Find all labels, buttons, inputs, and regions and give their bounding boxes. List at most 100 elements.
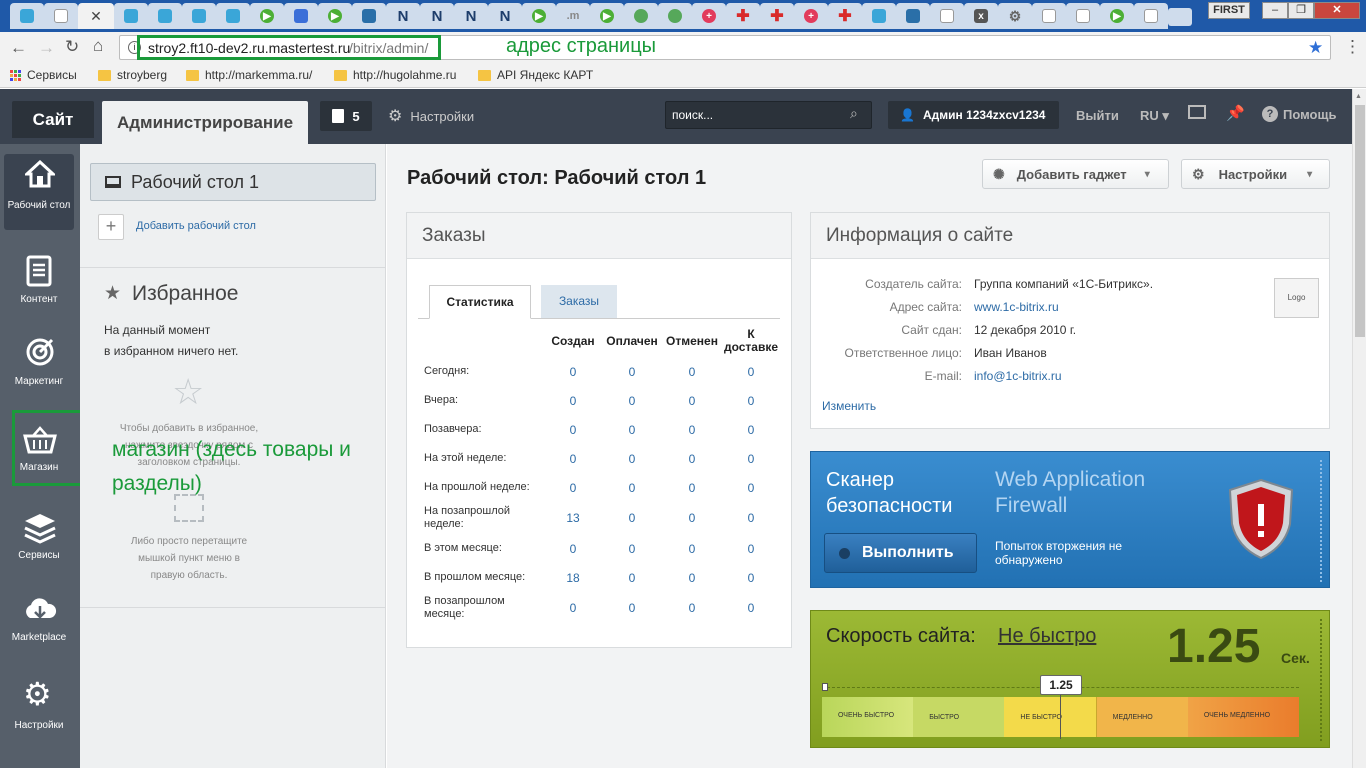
site-info-value[interactable]: www.1c-bitrix.ru: [962, 300, 1059, 323]
notifications-button[interactable]: 5: [320, 101, 372, 131]
user-button[interactable]: 👤 Админ 1234zxcv1234: [888, 101, 1059, 129]
bookmark-star-icon[interactable]: ★: [1308, 38, 1323, 58]
page-scrollbar[interactable]: ▲: [1352, 89, 1366, 768]
add-desktop-link[interactable]: Добавить рабочий стол: [136, 220, 256, 232]
nav-item-content[interactable]: Контент: [4, 248, 74, 326]
minimize-button[interactable]: –: [1262, 2, 1288, 19]
browser-tab[interactable]: ▶: [1100, 3, 1134, 29]
order-count-link[interactable]: 0: [544, 444, 602, 473]
desktop-item[interactable]: Рабочий стол 1: [90, 163, 376, 201]
order-count-link[interactable]: 0: [662, 444, 722, 473]
browser-tab[interactable]: +: [692, 3, 726, 29]
admin-tab[interactable]: Администрирование: [102, 101, 308, 144]
browser-tab[interactable]: [1066, 3, 1100, 29]
browser-tab[interactable]: ✚: [726, 3, 760, 29]
browser-tab[interactable]: ▶: [250, 3, 284, 29]
browser-tab[interactable]: [216, 3, 250, 29]
window-close-button[interactable]: ✕: [1314, 2, 1360, 19]
browser-tab[interactable]: ▶: [590, 3, 624, 29]
scroll-thumb[interactable]: [1355, 105, 1365, 337]
reload-icon[interactable]: ↻: [65, 37, 79, 57]
order-count-link[interactable]: 0: [602, 534, 662, 563]
settings-button[interactable]: ⚙ Настройки ▾: [1181, 159, 1330, 189]
bookmark-yandex-api[interactable]: API Яндекс КАРТ: [478, 68, 593, 82]
order-count-link[interactable]: 0: [722, 592, 780, 624]
order-count-link[interactable]: 0: [662, 563, 722, 592]
browser-tab[interactable]: N: [454, 3, 488, 29]
speed-status[interactable]: Не быстро: [998, 625, 1096, 648]
drag-handle[interactable]: [1320, 619, 1324, 741]
browser-tab[interactable]: .m: [556, 3, 590, 29]
nav-item-services[interactable]: Сервисы: [4, 506, 74, 584]
pin-icon[interactable]: 📌: [1226, 104, 1245, 122]
bookmark-markemma[interactable]: http://markemma.ru/: [186, 68, 312, 82]
browser-tab[interactable]: [148, 3, 182, 29]
order-count-link[interactable]: 0: [722, 473, 780, 502]
bookmark-stroyberg[interactable]: stroyberg: [98, 68, 167, 82]
order-count-link[interactable]: 18: [544, 563, 602, 592]
search-input[interactable]: поиск... ⌕: [665, 101, 872, 129]
nav-item-marketplace[interactable]: Marketplace: [4, 588, 74, 666]
browser-tab[interactable]: [862, 3, 896, 29]
drag-handle[interactable]: [1320, 460, 1324, 582]
browser-tab[interactable]: [930, 3, 964, 29]
tab-orders[interactable]: Заказы: [541, 285, 617, 318]
top-settings-button[interactable]: ⚙ Настройки: [388, 106, 474, 126]
edit-link[interactable]: Изменить: [822, 399, 876, 413]
order-count-link[interactable]: 0: [722, 357, 780, 386]
site-info-value[interactable]: info@1c-bitrix.ru: [962, 369, 1062, 392]
order-count-link[interactable]: 0: [602, 444, 662, 473]
browser-tab[interactable]: [896, 3, 930, 29]
back-icon[interactable]: ←: [10, 38, 27, 58]
browser-tab[interactable]: [114, 3, 148, 29]
new-tab-button[interactable]: [1168, 8, 1192, 26]
browser-tab[interactable]: N: [386, 3, 420, 29]
bookmark-hugolahme[interactable]: http://hugolahme.ru: [334, 68, 456, 82]
order-count-link[interactable]: 0: [602, 563, 662, 592]
menu-icon[interactable]: ⋮: [1344, 37, 1361, 57]
browser-tab[interactable]: N: [488, 3, 522, 29]
browser-tab[interactable]: ✚: [828, 3, 862, 29]
order-count-link[interactable]: 0: [602, 357, 662, 386]
order-count-link[interactable]: 0: [544, 592, 602, 624]
order-count-link[interactable]: 0: [544, 415, 602, 444]
scroll-up-icon[interactable]: ▲: [1355, 93, 1362, 100]
order-count-link[interactable]: 0: [662, 357, 722, 386]
browser-tab[interactable]: [624, 3, 658, 29]
order-count-link[interactable]: 0: [544, 534, 602, 563]
order-count-link[interactable]: 0: [662, 502, 722, 534]
order-count-link[interactable]: 0: [602, 502, 662, 534]
order-count-link[interactable]: 13: [544, 502, 602, 534]
browser-tab[interactable]: [284, 3, 318, 29]
browser-tab[interactable]: [1134, 3, 1168, 29]
bookmark-services[interactable]: Сервисы: [10, 68, 77, 82]
keyboard-icon[interactable]: [1188, 105, 1206, 119]
home-icon[interactable]: ⌂: [93, 36, 103, 56]
order-count-link[interactable]: 0: [662, 386, 722, 415]
order-count-link[interactable]: 0: [662, 473, 722, 502]
language-select[interactable]: RU ▾: [1140, 108, 1169, 124]
browser-tab[interactable]: [44, 3, 78, 29]
address-bar[interactable]: i stroy2.ft10-dev2.ru.mastertest.ru /bit…: [119, 35, 1331, 60]
site-tab[interactable]: Сайт: [12, 101, 94, 138]
order-count-link[interactable]: 0: [662, 592, 722, 624]
order-count-link[interactable]: 0: [722, 386, 780, 415]
order-count-link[interactable]: 0: [722, 502, 780, 534]
browser-tab[interactable]: [1032, 3, 1066, 29]
order-count-link[interactable]: 0: [544, 473, 602, 502]
help-button[interactable]: ? Помощь: [1262, 106, 1336, 122]
order-count-link[interactable]: 0: [722, 534, 780, 563]
nav-item-desktop[interactable]: Рабочий стол: [4, 154, 74, 230]
add-desktop-icon[interactable]: +: [98, 214, 124, 240]
order-count-link[interactable]: 0: [722, 563, 780, 592]
browser-tab[interactable]: [10, 3, 44, 29]
browser-tab-active[interactable]: ✕: [78, 3, 114, 29]
browser-tab[interactable]: ⚙: [998, 3, 1032, 29]
browser-tab[interactable]: ▶: [522, 3, 556, 29]
maximize-button[interactable]: ❐: [1288, 2, 1314, 19]
browser-tab[interactable]: [352, 3, 386, 29]
browser-tab[interactable]: +: [794, 3, 828, 29]
tab-statistics[interactable]: Статистика: [429, 285, 531, 319]
browser-tab[interactable]: N: [420, 3, 454, 29]
browser-tab[interactable]: [182, 3, 216, 29]
